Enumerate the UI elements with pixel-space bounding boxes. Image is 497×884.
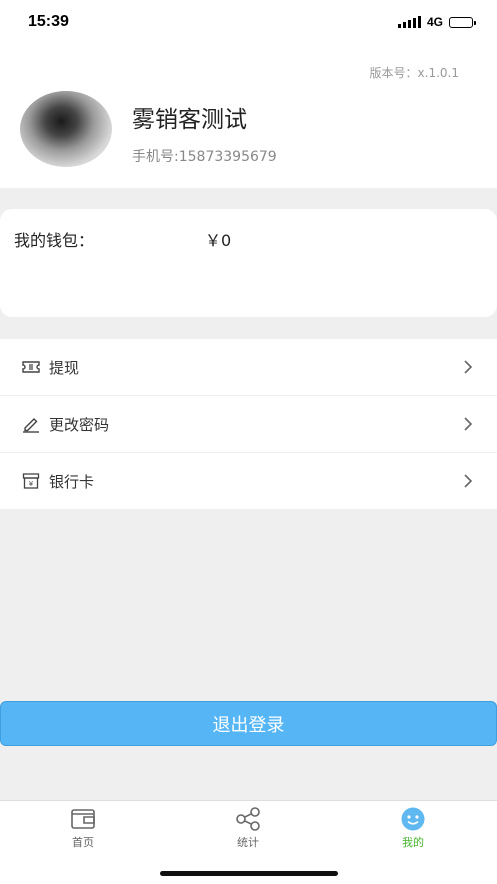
chevron-right-icon <box>464 417 473 431</box>
tab-home[interactable]: 首页 <box>43 807 123 850</box>
chevron-right-icon <box>464 474 473 488</box>
tab-statistics[interactable]: 统计 <box>208 807 288 850</box>
home-indicator <box>160 871 338 876</box>
user-name: 雾销客测试 <box>132 107 247 133</box>
status-bar: 15:39 4G <box>0 0 497 48</box>
wallet-label: 我的钱包： <box>14 231 95 250</box>
status-indicators: 4G <box>397 15 476 29</box>
menu-list: 提现 更改密码 ¥ 银行卡 <box>0 339 497 509</box>
network-type: 4G <box>426 15 443 29</box>
chevron-right-icon <box>464 360 473 374</box>
menu-item-label: 银行卡 <box>49 472 95 491</box>
signal-icon <box>397 16 421 28</box>
wallet-card: 我的钱包： ￥0 <box>0 209 497 317</box>
battery-icon <box>449 16 476 28</box>
menu-item-label: 提现 <box>49 358 80 377</box>
pencil-icon <box>23 418 39 433</box>
menu-item-bank-card[interactable]: ¥ 银行卡 <box>0 453 497 509</box>
tab-mine[interactable]: 我的 <box>373 807 453 850</box>
tab-label: 首页 <box>72 836 94 849</box>
svg-text:¥: ¥ <box>29 480 34 488</box>
menu-item-withdraw[interactable]: 提现 <box>0 339 497 396</box>
status-time: 15:39 <box>28 13 69 30</box>
ticket-icon <box>22 361 40 373</box>
bank-card-icon: ¥ <box>22 473 40 489</box>
profile-header: 版本号：x.1.0.1 雾销客测试 手机号:15873395679 <box>0 48 497 188</box>
logout-button[interactable]: 退出登录 <box>0 701 497 746</box>
face-icon <box>401 807 425 831</box>
wallet-balance: ￥0 <box>205 231 232 250</box>
tab-label: 统计 <box>237 836 259 849</box>
menu-item-change-password[interactable]: 更改密码 <box>0 396 497 453</box>
avatar[interactable] <box>20 91 112 167</box>
menu-item-label: 更改密码 <box>49 415 110 434</box>
tab-label: 我的 <box>402 836 424 849</box>
user-phone: 手机号:15873395679 <box>132 149 277 165</box>
version-label: 版本号：x.1.0.1 <box>369 66 459 80</box>
wallet-icon <box>71 809 95 829</box>
share-nodes-icon <box>236 807 260 831</box>
